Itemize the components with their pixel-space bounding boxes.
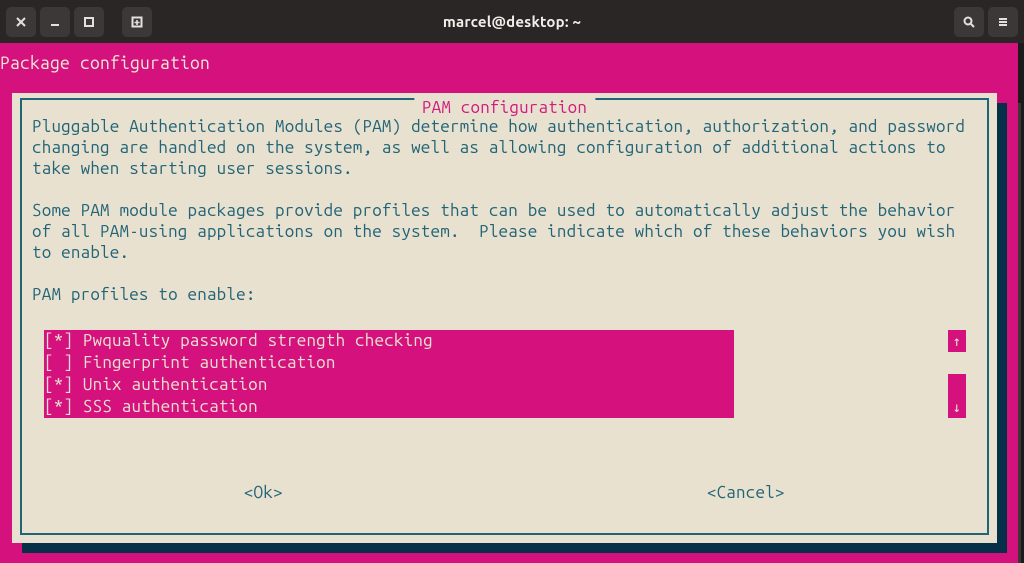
minimize-button[interactable]	[40, 7, 70, 37]
ok-button[interactable]: <Ok>	[22, 482, 505, 503]
dialog-paragraph-2: Some PAM module packages provide profile…	[32, 200, 977, 263]
profile-label: Fingerprint authentication	[83, 353, 336, 372]
search-icon	[962, 15, 976, 29]
package-configuration-header: Package configuration	[0, 53, 210, 74]
dialog-body: Pluggable Authentication Modules (PAM) d…	[32, 116, 977, 305]
checkbox-mark: [ ]	[44, 353, 83, 372]
scroll-thumb[interactable]	[948, 352, 966, 396]
search-button[interactable]	[954, 7, 984, 37]
window-title: marcel@desktop: ~	[443, 11, 581, 32]
pam-dialog: PAM configuration Pluggable Authenticati…	[12, 93, 997, 543]
checkbox-mark: [*]	[44, 331, 83, 350]
dialog-frame: PAM configuration Pluggable Authenticati…	[20, 98, 989, 535]
cancel-button[interactable]: <Cancel>	[505, 482, 988, 503]
close-button[interactable]	[6, 7, 36, 37]
hamburger-icon	[996, 15, 1010, 29]
profile-item[interactable]: [ ] Fingerprint authentication	[44, 352, 734, 374]
dialog-prompt: PAM profiles to enable:	[32, 284, 977, 305]
titlebar-right-controls	[954, 7, 1018, 37]
profile-label: Unix authentication	[83, 375, 268, 394]
checkbox-mark: [*]	[44, 397, 83, 416]
menu-button[interactable]	[988, 7, 1018, 37]
window-titlebar: marcel@desktop: ~	[0, 0, 1024, 43]
scroll-down-arrow[interactable]: ↓	[948, 396, 966, 418]
window-scrollbar[interactable]	[1018, 43, 1024, 563]
new-tab-button[interactable]	[122, 7, 152, 37]
dialog-buttons: <Ok> <Cancel>	[22, 482, 987, 503]
maximize-icon	[82, 15, 96, 29]
profile-checklist: [*] Pwquality password strength checking…	[44, 330, 734, 418]
dialog-title: PAM configuration	[414, 97, 595, 118]
terminal-area: Package configuration PAM configuration …	[0, 43, 1024, 563]
minimize-icon	[48, 15, 62, 29]
list-scrollbar[interactable]: ↑ ↓	[948, 330, 966, 418]
close-icon	[14, 15, 28, 29]
titlebar-left-controls	[6, 7, 152, 37]
profile-item[interactable]: [*] Pwquality password strength checking	[44, 330, 734, 352]
dialog-paragraph-1: Pluggable Authentication Modules (PAM) d…	[32, 116, 977, 179]
profile-item[interactable]: [*] SSS authentication	[44, 396, 734, 418]
profile-item[interactable]: [*] Unix authentication	[44, 374, 734, 396]
new-tab-icon	[130, 15, 144, 29]
scroll-up-arrow[interactable]: ↑	[948, 330, 966, 352]
profile-label: Pwquality password strength checking	[83, 331, 433, 350]
profile-label: SSS authentication	[83, 397, 258, 416]
checkbox-mark: [*]	[44, 375, 83, 394]
maximize-button[interactable]	[74, 7, 104, 37]
